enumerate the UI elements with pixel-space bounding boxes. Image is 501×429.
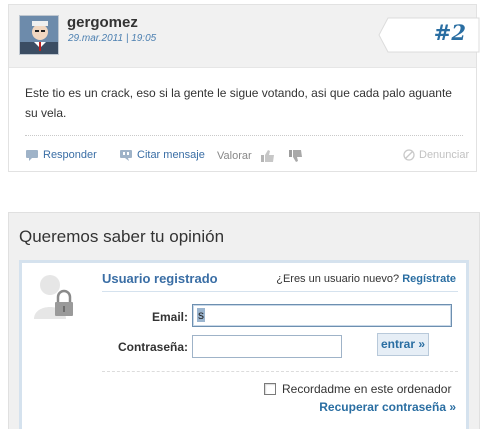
quote-label: Citar mensaje <box>137 149 205 161</box>
email-value: s <box>197 308 205 322</box>
rate-label: Valorar <box>217 150 252 162</box>
comment-body: Este tio es un crack, eso si la gente le… <box>25 86 452 120</box>
password-field[interactable] <box>192 335 342 358</box>
reply-button[interactable]: Responder <box>25 149 97 161</box>
rate-control: Valorar <box>217 149 304 163</box>
email-field[interactable]: s <box>192 304 452 327</box>
thumbs-down-icon[interactable] <box>288 149 304 163</box>
title-divider <box>102 291 458 292</box>
new-user-question: ¿Eres un usuario nuevo? <box>276 273 400 285</box>
comment-header: gergomez 29.mar.2011 | 19:05 #2 <box>9 5 480 68</box>
comment-username[interactable]: gergomez <box>67 14 138 31</box>
divider <box>25 135 463 136</box>
reply-label: Responder <box>43 149 97 161</box>
forbidden-icon <box>403 149 415 161</box>
login-box: Usuario registrado ¿Eres un usuario nuev… <box>19 260 469 429</box>
registered-user-title: Usuario registrado <box>102 271 218 286</box>
comment-actions: Responder Citar mensaje Valorar Denuncia… <box>25 149 469 165</box>
post-number: #2 <box>433 20 466 45</box>
user-lock-icon <box>32 271 80 330</box>
comment-card: gergomez 29.mar.2011 | 19:05 #2 Este tio… <box>8 4 480 172</box>
login-button[interactable]: entrar » <box>377 333 429 356</box>
report-button[interactable]: Denunciar <box>403 149 469 161</box>
new-user-prompt: ¿Eres un usuario nuevo? Regístrate <box>276 273 456 285</box>
dashed-divider <box>102 371 458 372</box>
avatar[interactable] <box>19 15 59 55</box>
post-number-badge: #2 <box>378 17 480 53</box>
email-label: Email: <box>151 310 188 324</box>
password-label: Contraseña: <box>117 340 188 354</box>
comment-timestamp: 29.mar.2011 | 19:05 <box>68 33 157 44</box>
quote-bubble-icon <box>120 150 132 161</box>
remember-checkbox[interactable] <box>264 383 276 395</box>
remember-label: Recordadme en este ordenador <box>282 382 452 396</box>
register-link[interactable]: Regístrate <box>402 273 456 285</box>
opinion-title: Queremos saber tu opinión <box>19 227 225 246</box>
thumbs-up-icon[interactable] <box>260 149 276 163</box>
remember-me[interactable]: Recordadme en este ordenador <box>264 382 451 396</box>
opinion-panel: Queremos saber tu opinión Usuario regist… <box>8 212 480 429</box>
report-label: Denunciar <box>419 149 470 161</box>
speech-bubble-icon <box>26 150 38 161</box>
quote-button[interactable]: Citar mensaje <box>119 149 205 161</box>
recover-password-link[interactable]: Recuperar contraseña » <box>319 400 456 414</box>
